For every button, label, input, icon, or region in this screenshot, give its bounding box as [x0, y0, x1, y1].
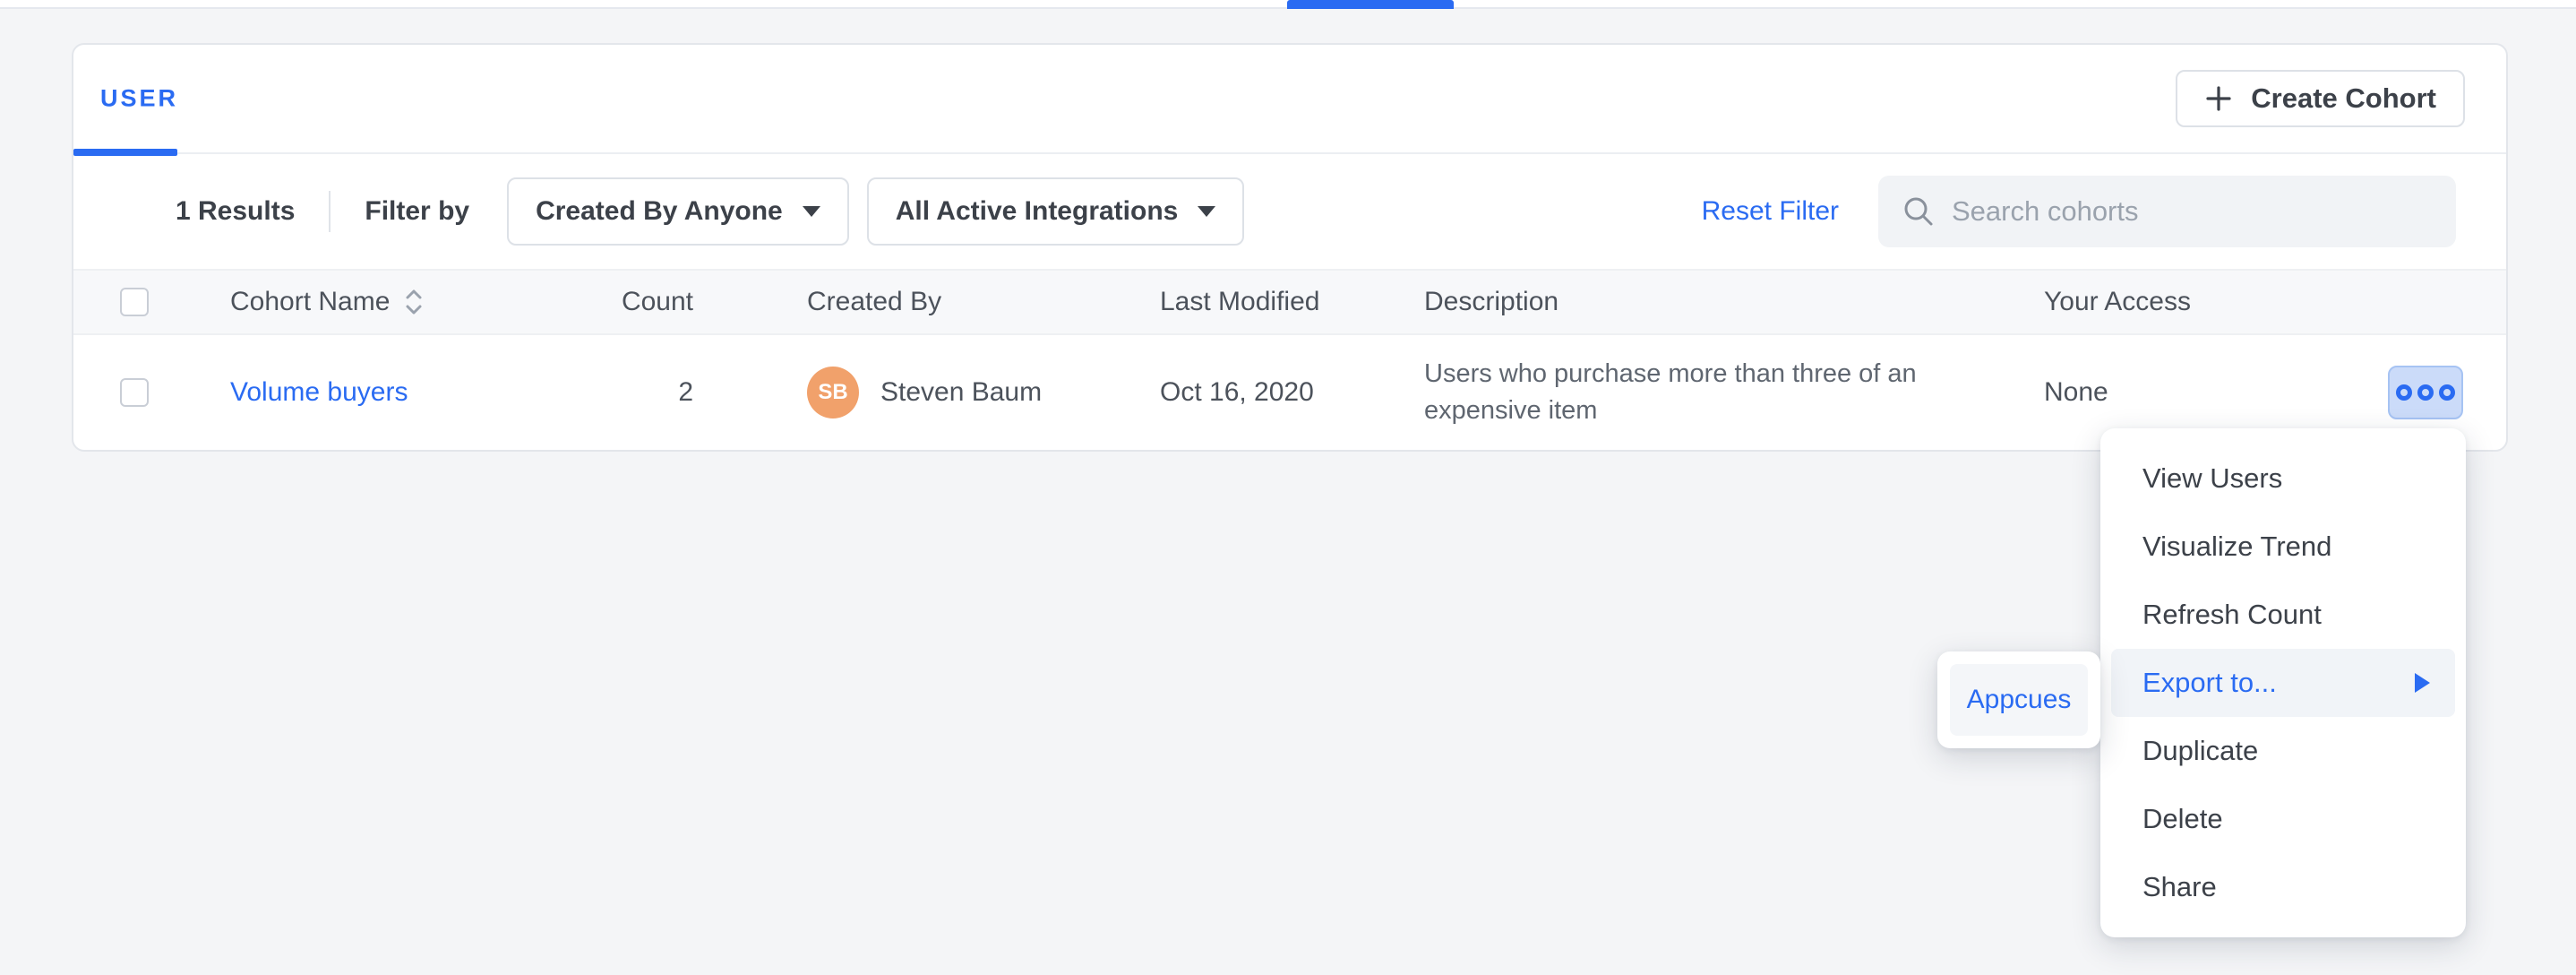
menu-item-refresh-count[interactable]: Refresh Count	[2100, 581, 2466, 649]
submenu-item-appcues[interactable]: Appcues	[1950, 664, 2088, 736]
filter-by-label: Filter by	[365, 196, 469, 227]
integrations-dropdown-label: All Active Integrations	[896, 196, 1179, 227]
create-cohort-label: Create Cohort	[2251, 82, 2436, 115]
column-header-description[interactable]: Description	[1424, 271, 2044, 333]
results-count: 1 Results	[176, 196, 295, 227]
search-input[interactable]	[1878, 176, 2456, 247]
row-actions-menu: View Users Visualize Trend Refresh Count…	[2100, 428, 2466, 937]
creator-name: Steven Baum	[880, 377, 1042, 408]
active-tab-indicator	[1287, 0, 1454, 9]
select-all-checkbox[interactable]	[120, 288, 149, 316]
menu-item-view-users[interactable]: View Users	[2100, 444, 2466, 513]
reset-filter-link[interactable]: Reset Filter	[1702, 196, 1839, 227]
row-actions-button[interactable]	[2388, 366, 2463, 419]
cohort-count: 2	[631, 335, 807, 450]
avatar: SB	[807, 367, 859, 418]
created-by-dropdown[interactable]: Created By Anyone	[507, 177, 849, 246]
divider	[329, 191, 331, 232]
chevron-down-icon	[803, 206, 820, 217]
column-header-created-by[interactable]: Created By	[807, 271, 1160, 333]
column-header-count[interactable]: Count	[631, 271, 807, 333]
arrow-right-icon	[2415, 673, 2430, 693]
menu-item-share[interactable]: Share	[2100, 853, 2466, 921]
row-checkbox[interactable]	[120, 378, 149, 407]
search-icon	[1902, 194, 1936, 229]
cohort-description: Users who purchase more than three of an…	[1424, 356, 2044, 429]
top-nav-strip	[0, 0, 2576, 9]
filter-bar: 1 Results Filter by Created By Anyone Al…	[73, 154, 2506, 269]
column-header-your-access[interactable]: Your Access	[2044, 271, 2250, 333]
menu-item-delete[interactable]: Delete	[2100, 785, 2466, 853]
last-modified-date: Oct 16, 2020	[1160, 335, 1424, 450]
menu-item-export-label: Export to...	[2142, 667, 2277, 699]
export-submenu: Appcues	[1937, 651, 2100, 748]
tab-user[interactable]: USER	[100, 85, 178, 113]
plus-icon	[2204, 84, 2233, 113]
chevron-down-icon	[1198, 206, 1215, 217]
menu-item-visualize-trend[interactable]: Visualize Trend	[2100, 513, 2466, 581]
sort-icon	[402, 288, 425, 316]
tab-user-underline	[73, 149, 177, 156]
table-header-row: Cohort Name Count Created By Last Modifi…	[73, 269, 2506, 335]
column-header-last-modified[interactable]: Last Modified	[1160, 271, 1424, 333]
integrations-dropdown[interactable]: All Active Integrations	[867, 177, 1245, 246]
create-cohort-button[interactable]: Create Cohort	[2176, 70, 2465, 127]
cohort-name-link[interactable]: Volume buyers	[230, 377, 408, 408]
search-cohorts-box	[1878, 176, 2456, 247]
cohorts-card: USER Create Cohort 1 Results Filter by C…	[72, 43, 2508, 452]
more-dots-icon	[2396, 384, 2455, 401]
column-header-cohort-name[interactable]: Cohort Name	[230, 271, 631, 333]
card-tab-bar: USER Create Cohort	[73, 45, 2506, 154]
menu-item-duplicate[interactable]: Duplicate	[2100, 717, 2466, 785]
menu-item-export-to[interactable]: Export to...	[2111, 649, 2455, 717]
created-by-dropdown-label: Created By Anyone	[536, 196, 783, 227]
